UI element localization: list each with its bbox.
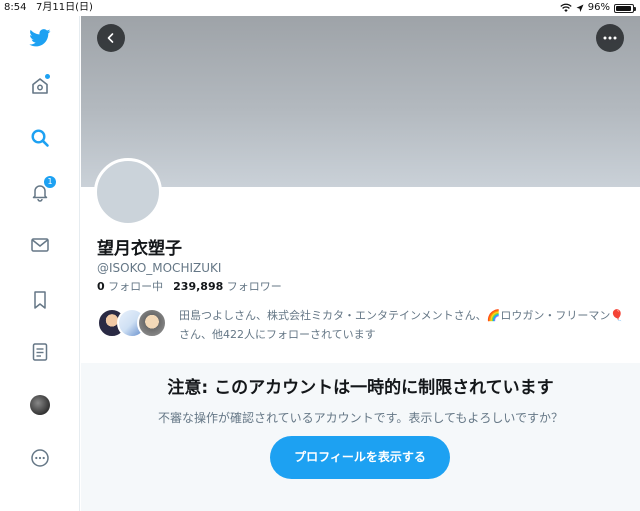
sidebar-item-bookmarks[interactable] (0, 282, 80, 318)
status-bar: 8:54 7月11日(日) 96% (0, 0, 640, 16)
notice-title: 注意: このアカウントは一時的に制限されています (167, 378, 554, 398)
status-time: 8:54 (4, 2, 27, 13)
search-icon (31, 129, 49, 147)
sidebar-item-profile[interactable] (0, 387, 80, 423)
battery-percent: 96% (587, 2, 610, 13)
bookmark-icon (34, 291, 46, 309)
status-date: 7月11日(日) (36, 2, 93, 13)
sidebar-item-lists[interactable] (0, 334, 80, 370)
profile-banner (81, 16, 640, 187)
home-icon (32, 78, 48, 94)
profile-handle: @ISOKO_MOCHIZUKI (97, 261, 222, 275)
sidebar-item-more[interactable] (0, 440, 80, 476)
sidebar-item-home[interactable] (0, 68, 80, 104)
mail-icon (31, 238, 49, 252)
home-unread-dot (45, 74, 50, 79)
more-options-button[interactable] (596, 24, 624, 52)
followers-count: 239,898 (173, 280, 224, 293)
notification-badge: 1 (44, 176, 56, 188)
followers-you-know-text: 田島つよしさん、株式会社ミカタ・エンタテインメントさん、🌈ロウガン・フリーマン🎈… (179, 309, 625, 341)
sidebar-item-explore[interactable] (0, 120, 80, 156)
profile-display-name: 望月衣塑子 (97, 239, 182, 259)
more-circle-icon (31, 449, 49, 467)
sidebar-item-notifications[interactable]: 1 (0, 174, 80, 210)
followers-label: フォロワー (226, 280, 282, 293)
following-link[interactable]: 0 フォロー中 (97, 278, 163, 294)
list-icon (32, 343, 48, 361)
battery-icon (614, 3, 636, 13)
location-arrow-icon (576, 4, 584, 12)
follow-stats: 0 フォロー中 239,898 フォロワー (97, 278, 282, 294)
twitter-bird-icon (29, 29, 51, 47)
chevron-left-icon (107, 33, 114, 43)
battery-fill (616, 5, 632, 11)
wifi-icon (560, 3, 572, 12)
status-indicators: 96% (560, 0, 636, 16)
following-label: フォロー中 (108, 280, 164, 293)
notice-description: 不審な操作が確認されているアカウントです。表示してもよろしいですか？ (157, 411, 564, 425)
sidebar-nav: 1 (0, 16, 80, 511)
following-count: 0 (97, 280, 105, 293)
avatar (137, 308, 167, 338)
profile-avatar[interactable] (94, 158, 162, 226)
followers-you-know[interactable]: 田島つよしさん、株式会社ミカタ・エンタテインメントさん、🌈ロウガン・フリーマン🎈… (97, 306, 627, 350)
avatar (30, 395, 50, 415)
profile-main: 望月衣塑子 @ISOKO_MOCHIZUKI 0 フォロー中 239,898 フ… (81, 16, 640, 511)
view-profile-button[interactable]: プロフィールを表示する (270, 436, 450, 479)
sidebar-item-twitter-logo[interactable] (0, 20, 80, 56)
ellipsis-icon (603, 36, 617, 40)
sidebar-item-messages[interactable] (0, 227, 80, 263)
followers-link[interactable]: 239,898 フォロワー (173, 278, 282, 294)
back-button[interactable] (97, 24, 125, 52)
followers-you-know-avatars (97, 308, 175, 342)
